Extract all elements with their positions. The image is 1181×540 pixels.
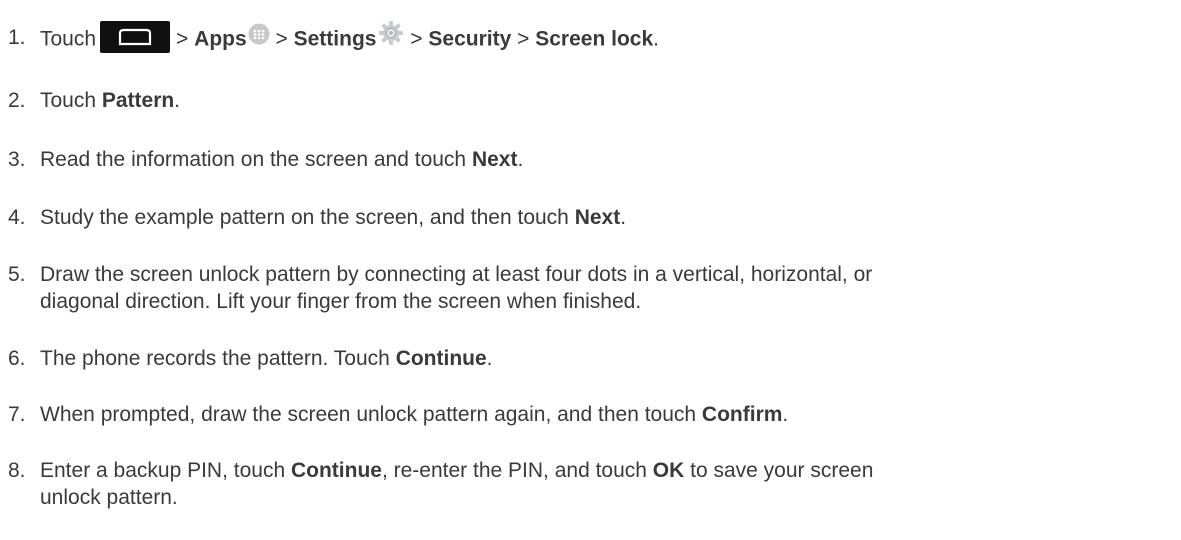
step-word: Touch [40,27,97,51]
step-text-part: When prompted, draw the screen unlock pa… [40,403,702,426]
step-number: 2. [8,89,26,112]
step-text: Study the example pattern on the screen,… [40,204,1171,231]
step-text-part: to save your screen [684,459,874,482]
settings-gear-icon [378,20,404,46]
bold-term: Continue [395,347,487,370]
step-number: 5. [8,263,26,286]
step-text-part: , re-enter the PIN, and touch [381,459,653,482]
step-text-line: diagonal direction. Lift your finger fro… [40,290,642,313]
step-text-part: Read the information on the screen and t… [40,148,472,171]
step-text: Touch > Apps > Settings > Security > Scre… [40,21,1171,56]
step-text: Enter a backup PIN, touch Continue, re-e… [40,457,1171,511]
step-text-part: Study the example pattern on the screen,… [40,206,575,229]
instruction-steps: 1. Touch > Apps > Settings > Security > S… [0,0,1181,540]
separator: > [517,27,530,51]
bold-term: Confirm [701,403,783,426]
separator: > [275,27,288,51]
bold-term: Continue [290,459,382,482]
security-label: Security [428,27,512,51]
step-text: When prompted, draw the screen unlock pa… [40,401,1171,428]
step-number: 4. [8,206,26,229]
step-text-line: Draw the screen unlock pattern by connec… [40,263,873,286]
step-text-part: . [486,347,493,370]
step-text-part: . [782,403,789,426]
step-number: 3. [8,148,26,171]
step-text-part: Enter a backup PIN, touch [40,459,291,482]
step-number: 7. [8,403,26,426]
bold-term: Next [574,206,621,229]
apps-icon [248,23,270,45]
step-text: The phone records the pattern. Touch Con… [40,345,1171,372]
step-text: Draw the screen unlock pattern by connec… [40,261,1171,315]
period: . [653,27,659,51]
step-number: 1. [8,26,26,49]
separator: > [176,27,189,51]
step-number: 8. [8,459,26,482]
step-text: Touch Pattern. [40,87,1171,114]
step-text-part: Touch [40,89,102,112]
separator: > [410,27,423,51]
step-text-part: . [174,89,181,112]
bold-term: Next [471,148,518,171]
settings-label: Settings [293,27,377,51]
step-text: Read the information on the screen and t… [40,146,1171,173]
home-icon [100,21,171,53]
step-text-line: unlock pattern. [40,486,178,509]
bold-term: OK [652,459,685,482]
step-text-part: . [620,206,627,229]
step-text-part: The phone records the pattern. Touch [40,347,396,370]
step-number: 6. [8,347,26,370]
bold-term: Pattern [101,89,175,112]
screen-lock-label: Screen lock [535,27,654,51]
step-text-part: . [517,148,524,171]
apps-label: Apps [194,27,247,51]
